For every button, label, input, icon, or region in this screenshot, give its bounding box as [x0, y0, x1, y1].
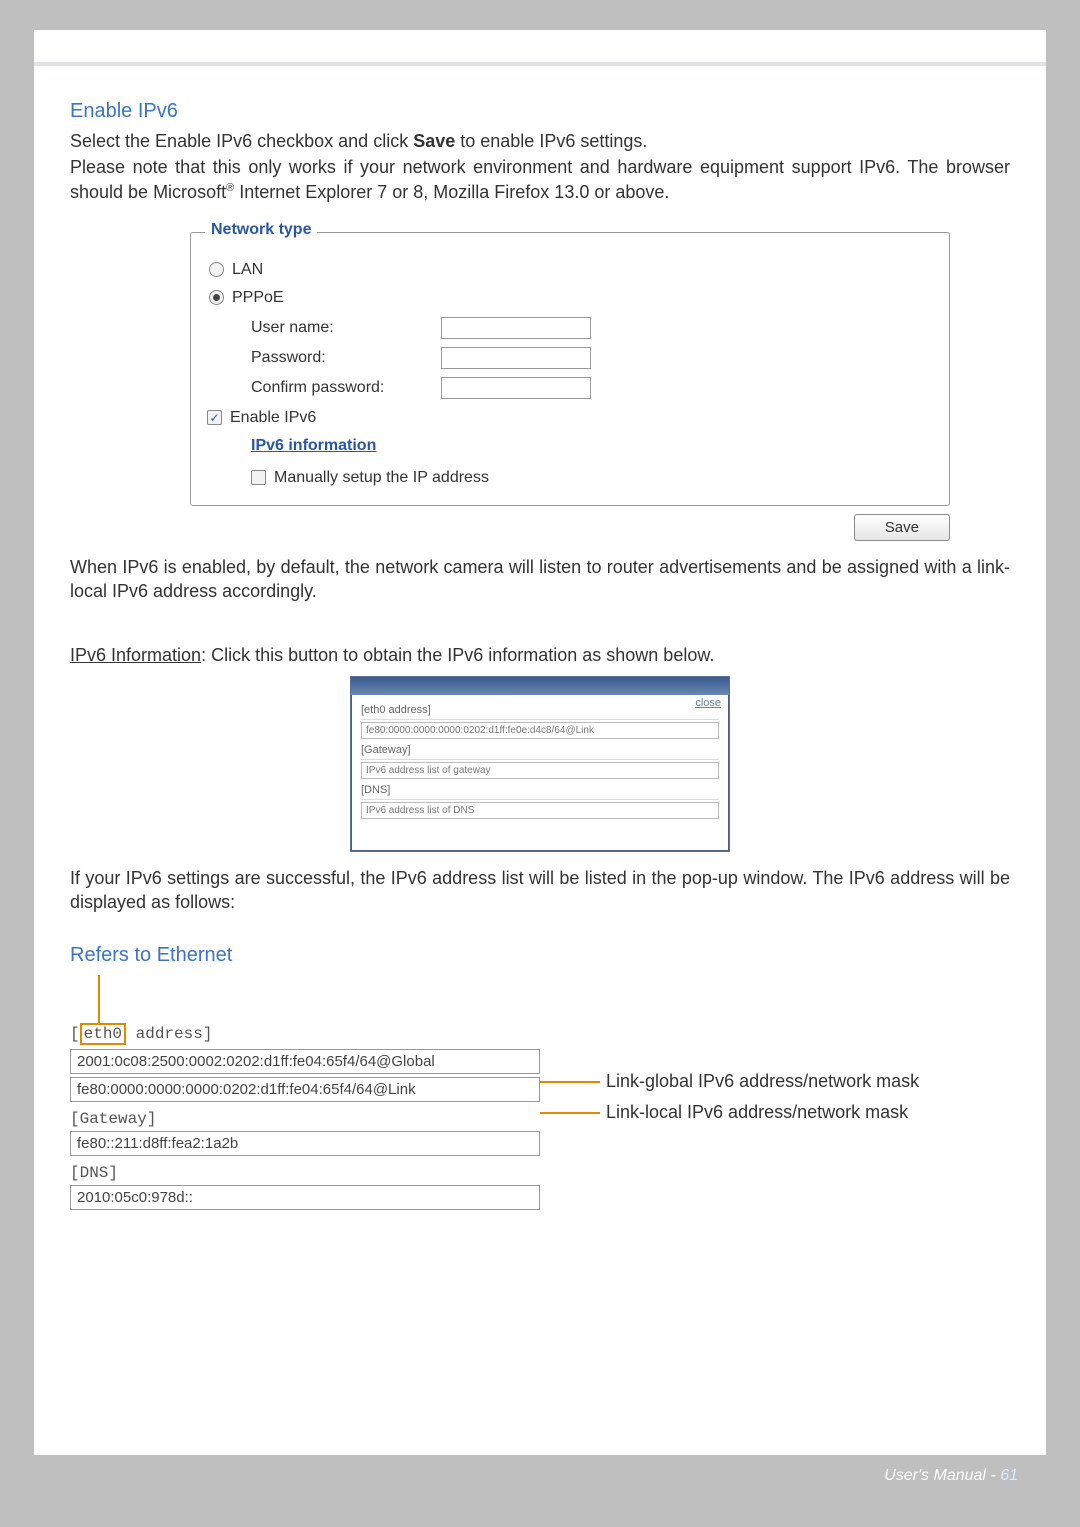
- eth-hdr-bracket-open: [: [70, 1025, 80, 1043]
- save-button[interactable]: Save: [854, 514, 950, 541]
- popup-dns-value: IPv6 address list of DNS: [361, 802, 719, 819]
- fieldset-legend: Network type: [205, 221, 317, 239]
- connector-link: [540, 1112, 600, 1114]
- eth-diagram: [eth0 address] 2001:0c08:2500:0002:0202:…: [70, 1023, 1010, 1213]
- gateway-value-box: fe80::211:d8ff:fea2:1a2b: [70, 1131, 540, 1156]
- intro-line-1: Select the Enable IPv6 checkbox and clic…: [70, 129, 1010, 153]
- intro-line-2: Please note that this only works if your…: [70, 155, 1010, 204]
- network-type-fieldset: Network type LAN PPPoE User name: Passwo…: [190, 232, 950, 506]
- intro-2c: Internet Explorer 7 or 8, Mozilla Firefo…: [234, 182, 669, 202]
- after-popup-text: If your IPv6 settings are successful, th…: [70, 866, 1010, 915]
- page-footer: User's Manual - 61: [34, 1455, 1046, 1497]
- ipv6-info-instruction: IPv6 Information: Click this button to o…: [70, 643, 1010, 667]
- intro-1c: to enable IPv6 settings.: [455, 131, 647, 151]
- connector-vertical: [98, 975, 100, 1023]
- popup-eth-header: [eth0 address]: [361, 701, 719, 720]
- popup-dns-header: [DNS]: [361, 781, 719, 800]
- dns-header: [DNS]: [70, 1164, 540, 1182]
- eth0-address-header: [eth0 address]: [70, 1023, 540, 1045]
- manual-ip-checkbox[interactable]: [251, 470, 266, 485]
- confirm-password-label: Confirm password:: [251, 379, 441, 397]
- ipv6-info-underline: IPv6 Information: [70, 645, 201, 665]
- refers-to-ethernet-heading: Refers to Ethernet: [70, 944, 1010, 967]
- confirm-password-input[interactable]: [441, 377, 591, 399]
- link-address-box: fe80:0000:0000:0000:0202:d1ff:fe04:65f4/…: [70, 1077, 540, 1102]
- popup-eth-value: fe80:0000:0000:0000:0202:d1ff:fe0e:d4c8/…: [361, 722, 719, 739]
- ipv6-information-link[interactable]: IPv6 information: [251, 437, 931, 455]
- manual-ip-label: Manually setup the IP address: [274, 469, 489, 487]
- popup-titlebar: [351, 677, 729, 695]
- ipv6-popup-screenshot: close [eth0 address] fe80:0000:0000:0000…: [350, 676, 730, 852]
- username-input[interactable]: [441, 317, 591, 339]
- eth0-highlight: eth0: [80, 1023, 126, 1045]
- eth-hdr-rest: address]: [126, 1025, 212, 1043]
- after-fieldset-text: When IPv6 is enabled, by default, the ne…: [70, 555, 1010, 604]
- enable-ipv6-checkbox[interactable]: ✓: [207, 410, 222, 425]
- pppoe-radio[interactable]: [209, 290, 224, 305]
- gateway-header: [Gateway]: [70, 1110, 540, 1128]
- footer-label: User's Manual -: [884, 1467, 996, 1485]
- popup-gateway-value: IPv6 address list of gateway: [361, 762, 719, 779]
- intro-save-word: Save: [413, 131, 455, 151]
- popup-close-link[interactable]: close: [695, 697, 721, 709]
- intro-1a: Select the Enable IPv6 checkbox and clic…: [70, 131, 413, 151]
- username-label: User name:: [251, 319, 441, 337]
- enable-ipv6-label: Enable IPv6: [230, 409, 316, 427]
- ipv6-info-rest: : Click this button to obtain the IPv6 i…: [201, 645, 714, 665]
- annotation-link: Link-local IPv6 address/network mask: [606, 1102, 908, 1123]
- global-address-box: 2001:0c08:2500:0002:0202:d1ff:fe04:65f4/…: [70, 1049, 540, 1074]
- section-heading: Enable IPv6: [70, 100, 1010, 123]
- brand-label: VIVOTEK: [937, 36, 1028, 59]
- lan-radio[interactable]: [209, 262, 224, 277]
- password-input[interactable]: [441, 347, 591, 369]
- annotation-global: Link-global IPv6 address/network mask: [606, 1071, 919, 1092]
- pppoe-label: PPPoE: [232, 289, 284, 307]
- password-label: Password:: [251, 349, 441, 367]
- page-number: 61: [1000, 1467, 1018, 1485]
- registered-mark: ®: [226, 182, 234, 194]
- lan-label: LAN: [232, 261, 263, 279]
- dns-value-box: 2010:05c0:978d::: [70, 1185, 540, 1210]
- connector-global: [540, 1081, 600, 1083]
- popup-gateway-header: [Gateway]: [361, 741, 719, 760]
